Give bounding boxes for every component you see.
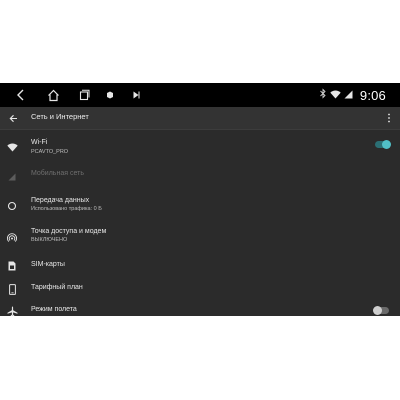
clock: 9:06 [359, 87, 386, 103]
more-vert-icon[interactable] [381, 110, 397, 126]
wifi-icon [5, 140, 19, 154]
sim-card-icon [5, 259, 19, 273]
list-item-title: Точка доступа и модем [31, 228, 107, 235]
page-title: Сеть и Интернет [31, 112, 89, 121]
bluetooth-icon [319, 86, 327, 104]
device-screen: 9:06 Сеть и Интернет Wi-Fi PCAVTO_PRO Мо… [0, 83, 400, 316]
list-item-data-usage[interactable]: Передача данных Использовано трафика: 0 … [0, 194, 400, 218]
app-bar: Сеть и Интернет [0, 107, 400, 130]
wifi-toggle[interactable] [375, 139, 391, 149]
list-item-title: Мобильная сеть [31, 170, 84, 177]
list-item-subtitle: PCAVTO_PRO [31, 149, 69, 155]
media-icon[interactable] [124, 83, 148, 107]
signal-icon [344, 86, 353, 104]
phone-icon [5, 282, 19, 296]
list-item-hotspot[interactable]: Точка доступа и модем ВЫКЛЮЧЕНО [0, 226, 400, 250]
back-icon[interactable] [9, 83, 33, 107]
list-item-tariff-plan[interactable]: Тарифный план [0, 280, 400, 300]
list-item-sim-cards[interactable]: SIM-карты [0, 257, 400, 277]
list-item-title: Wi-Fi [31, 139, 48, 146]
hotspot-icon [5, 231, 19, 245]
status-bar: 9:06 [0, 83, 400, 107]
list-item-subtitle: ВЫКЛЮЧЕНО [31, 237, 68, 243]
list-item-airplane-mode[interactable]: Режим полета [0, 301, 400, 316]
arrow-back-icon[interactable] [5, 110, 21, 126]
data-usage-icon [5, 199, 19, 213]
airplane-icon [5, 304, 19, 316]
status-icons: 9:06 [319, 83, 386, 107]
list-item-subtitle: Использовано трафика: 0 Б [31, 206, 102, 212]
list-item-title: SIM-карты [31, 261, 65, 268]
list-item-title: Режим полета [31, 306, 77, 313]
signal-icon [5, 170, 19, 184]
record-icon[interactable] [98, 83, 122, 107]
airplane-mode-toggle[interactable] [373, 305, 389, 315]
wifi-icon [330, 86, 341, 104]
recents-icon[interactable] [72, 83, 96, 107]
list-item-wifi[interactable]: Wi-Fi PCAVTO_PRO [0, 137, 400, 163]
list-item-mobile-network: Мобильная сеть [0, 166, 400, 190]
list-item-title: Тарифный план [31, 284, 83, 291]
home-icon[interactable] [41, 83, 65, 107]
list-item-title: Передача данных [31, 197, 90, 204]
